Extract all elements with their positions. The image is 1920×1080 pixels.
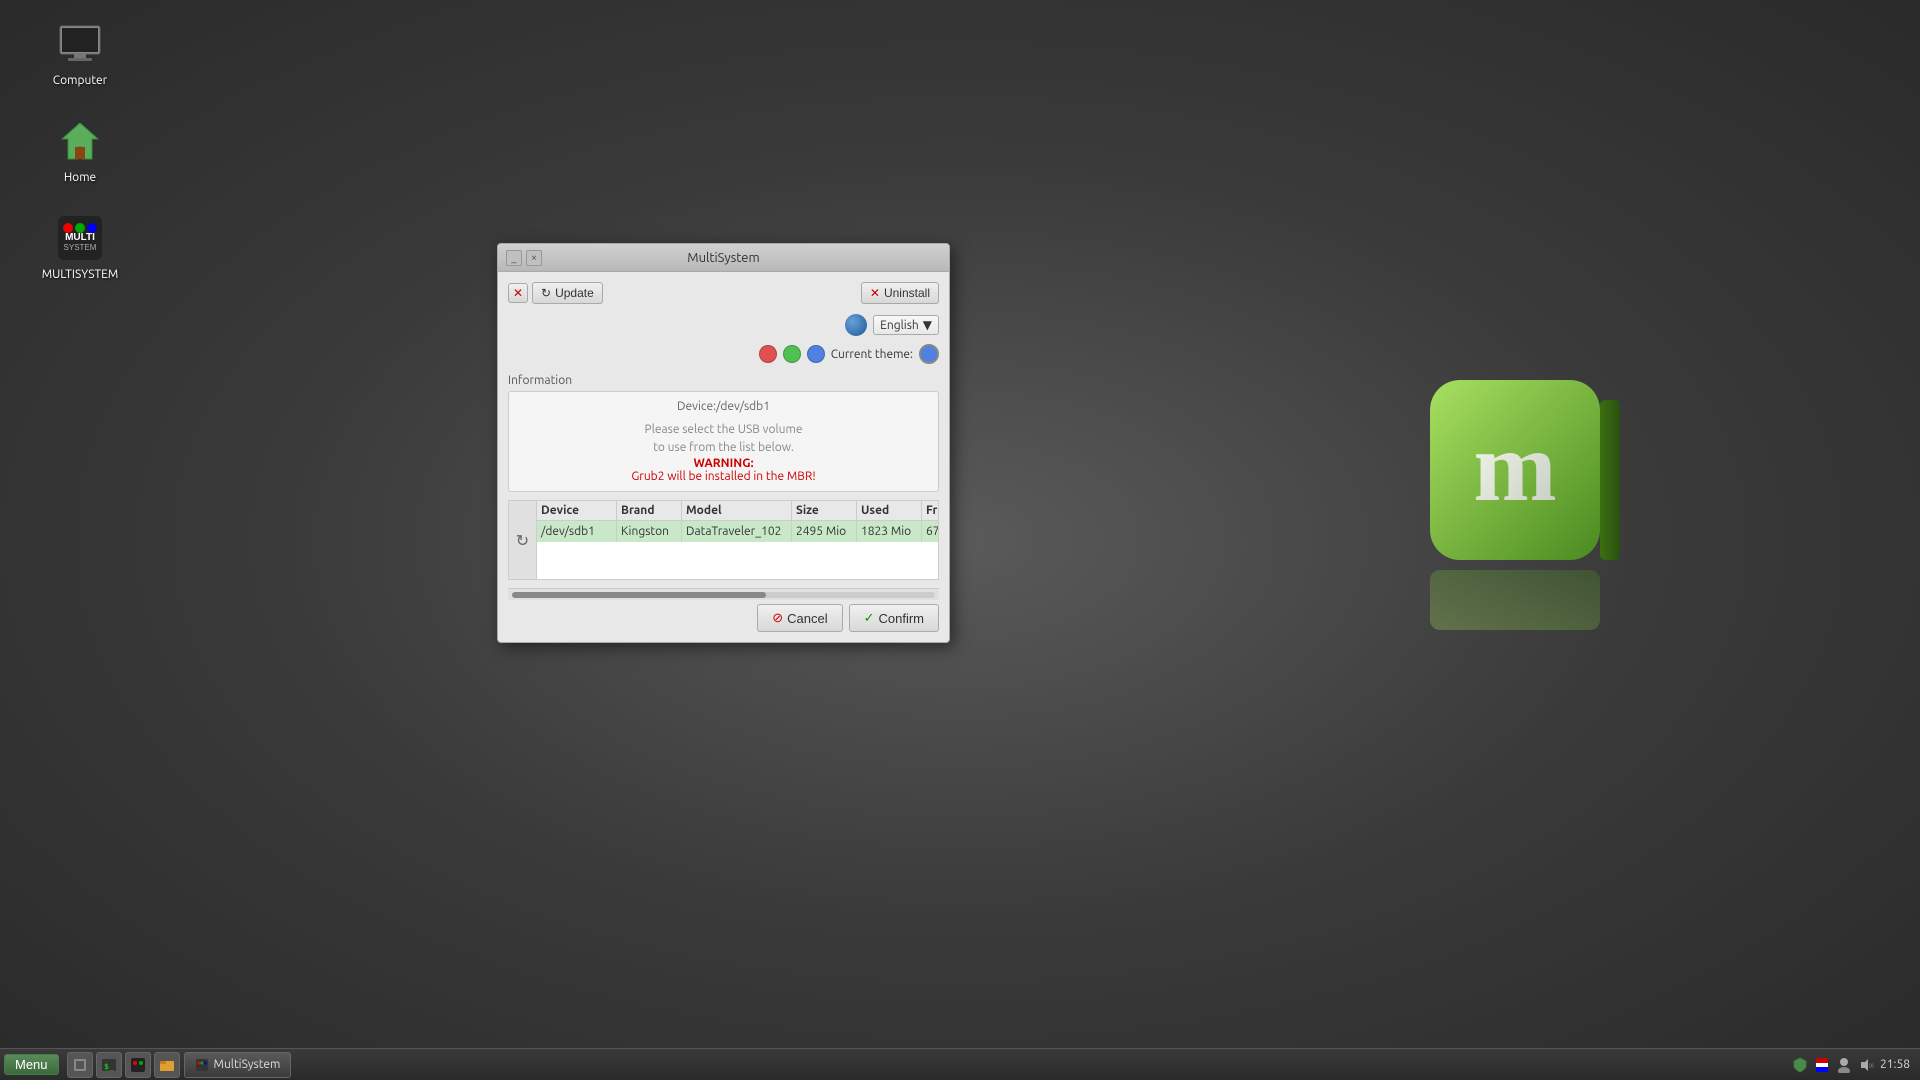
taskbar-terminal-icon[interactable]: $_ (96, 1052, 122, 1078)
warning-label: WARNING: (517, 457, 930, 470)
confirm-icon: ✓ (864, 610, 875, 626)
col-brand: Brand (617, 501, 682, 520)
cell-model: DataTraveler_102 (682, 521, 792, 542)
dialog-body: ✕ ↻ Update ✕ Uninstall English (498, 272, 949, 642)
table-row[interactable]: /dev/sdb1 Kingston DataTraveler_102 2495… (537, 521, 938, 542)
taskbar-folder-icon[interactable] (154, 1052, 180, 1078)
close-x-button[interactable]: ✕ (508, 283, 528, 303)
minimize-button[interactable]: _ (506, 250, 522, 266)
multisystem-dialog: _ × MultiSystem ✕ ↻ Update ✕ (497, 243, 950, 643)
scrollbar-track[interactable] (512, 592, 935, 598)
user-icon (1836, 1057, 1852, 1073)
info-text-line1: Please select the USB volume (517, 421, 930, 439)
cell-brand: Kingston (617, 521, 682, 542)
taskbar: Menu $_ (0, 1048, 1920, 1080)
info-text-line2: to use from the list below. (517, 439, 930, 457)
col-model: Model (682, 501, 792, 520)
top-right-buttons: ✕ Uninstall (861, 282, 939, 304)
table-header: Device Brand Model Size Used Free Bus Dr… (537, 501, 938, 521)
cell-device: /dev/sdb1 (537, 521, 617, 542)
multisystem-icon-label: MULTISYSTEM (42, 268, 119, 281)
clock: 21:58 (1880, 1058, 1910, 1071)
desktop: Computer Home MULTI SYSTEM (0, 0, 1920, 1080)
svg-text:m: m (1473, 411, 1556, 522)
taskbar-quick-launch: $_ (67, 1052, 180, 1078)
menu-button[interactable]: Menu (4, 1054, 59, 1075)
multisystem-icon: MULTI SYSTEM (56, 214, 104, 262)
warning-text: Grub2 will be installed in the MBR! (517, 470, 930, 483)
home-icon-label: Home (64, 171, 96, 184)
uninstall-icon: ✕ (870, 286, 880, 300)
taskbar-files-icon[interactable] (67, 1052, 93, 1078)
theme-dot-red[interactable] (759, 345, 777, 363)
col-free: Free (922, 501, 938, 520)
device-table: ↻ Device Brand Model Size Used Free Bus … (508, 500, 939, 580)
top-row: ✕ ↻ Update ✕ Uninstall (508, 282, 939, 304)
scrollbar-thumb[interactable] (512, 592, 766, 598)
update-icon: ↻ (541, 286, 551, 300)
cell-used: 1823 Mio (857, 521, 922, 542)
device-label: Device:/dev/sdb1 (517, 400, 930, 413)
shield-icon (1792, 1057, 1808, 1073)
titlebar-buttons: _ × (506, 250, 542, 266)
svg-text:)))): )))) (1869, 1062, 1874, 1069)
table-sidebar: ↻ (509, 501, 537, 579)
computer-icon (56, 20, 104, 68)
info-box: Device:/dev/sdb1 Please select the USB v… (508, 391, 939, 492)
desktop-icon-multisystem[interactable]: MULTI SYSTEM MULTISYSTEM (40, 214, 120, 281)
scrollbar (508, 588, 939, 600)
theme-dot-green[interactable] (783, 345, 801, 363)
theme-row: Current theme: (508, 344, 939, 364)
language-row: English ▼ (508, 314, 939, 336)
flag-icon (1814, 1057, 1830, 1073)
volume-icon: )))) (1858, 1057, 1874, 1073)
dropdown-arrow-icon: ▼ (923, 318, 932, 332)
globe-icon (845, 314, 867, 336)
mint-logo: m (1410, 340, 1640, 640)
cancel-button[interactable]: ⊘ Cancel (757, 604, 842, 632)
cell-size: 2495 Mio (792, 521, 857, 542)
col-used: Used (857, 501, 922, 520)
confirm-button[interactable]: ✓ Confirm (849, 604, 939, 632)
table-main: Device Brand Model Size Used Free Bus Dr… (537, 501, 938, 579)
col-size: Size (792, 501, 857, 520)
col-device: Device (537, 501, 617, 520)
desktop-icon-home[interactable]: Home (40, 117, 120, 184)
computer-icon-label: Computer (53, 74, 107, 87)
close-button[interactable]: × (526, 250, 542, 266)
language-selector[interactable]: English ▼ (873, 315, 939, 335)
taskbar-right: )))) 21:58 (1792, 1057, 1916, 1073)
refresh-icon[interactable]: ↻ (516, 531, 529, 550)
svg-text:SYSTEM: SYSTEM (64, 243, 97, 252)
dialog-title: MultiSystem (542, 251, 905, 265)
dialog-titlebar: _ × MultiSystem (498, 244, 949, 272)
cancel-icon: ⊘ (772, 610, 783, 626)
info-section-label: Information (508, 374, 939, 387)
svg-text:$_: $_ (104, 1062, 114, 1071)
desktop-icon-computer[interactable]: Computer (40, 20, 120, 87)
update-button[interactable]: ↻ Update (532, 282, 603, 304)
home-icon (56, 117, 104, 165)
theme-dot-blue[interactable] (807, 345, 825, 363)
svg-text:MULTI: MULTI (65, 232, 95, 243)
cell-free: 671 Mio (922, 521, 938, 542)
uninstall-button[interactable]: ✕ Uninstall (861, 282, 939, 304)
current-theme-indicator (919, 344, 939, 364)
dialog-bottom-buttons: ⊘ Cancel ✓ Confirm (508, 600, 939, 632)
taskbar-multisystem-icon[interactable] (125, 1052, 151, 1078)
taskbar-app-multisystem[interactable]: MultiSystem (184, 1052, 292, 1078)
top-left-buttons: ✕ ↻ Update (508, 282, 603, 304)
desktop-icons: Computer Home MULTI SYSTEM (40, 20, 120, 281)
